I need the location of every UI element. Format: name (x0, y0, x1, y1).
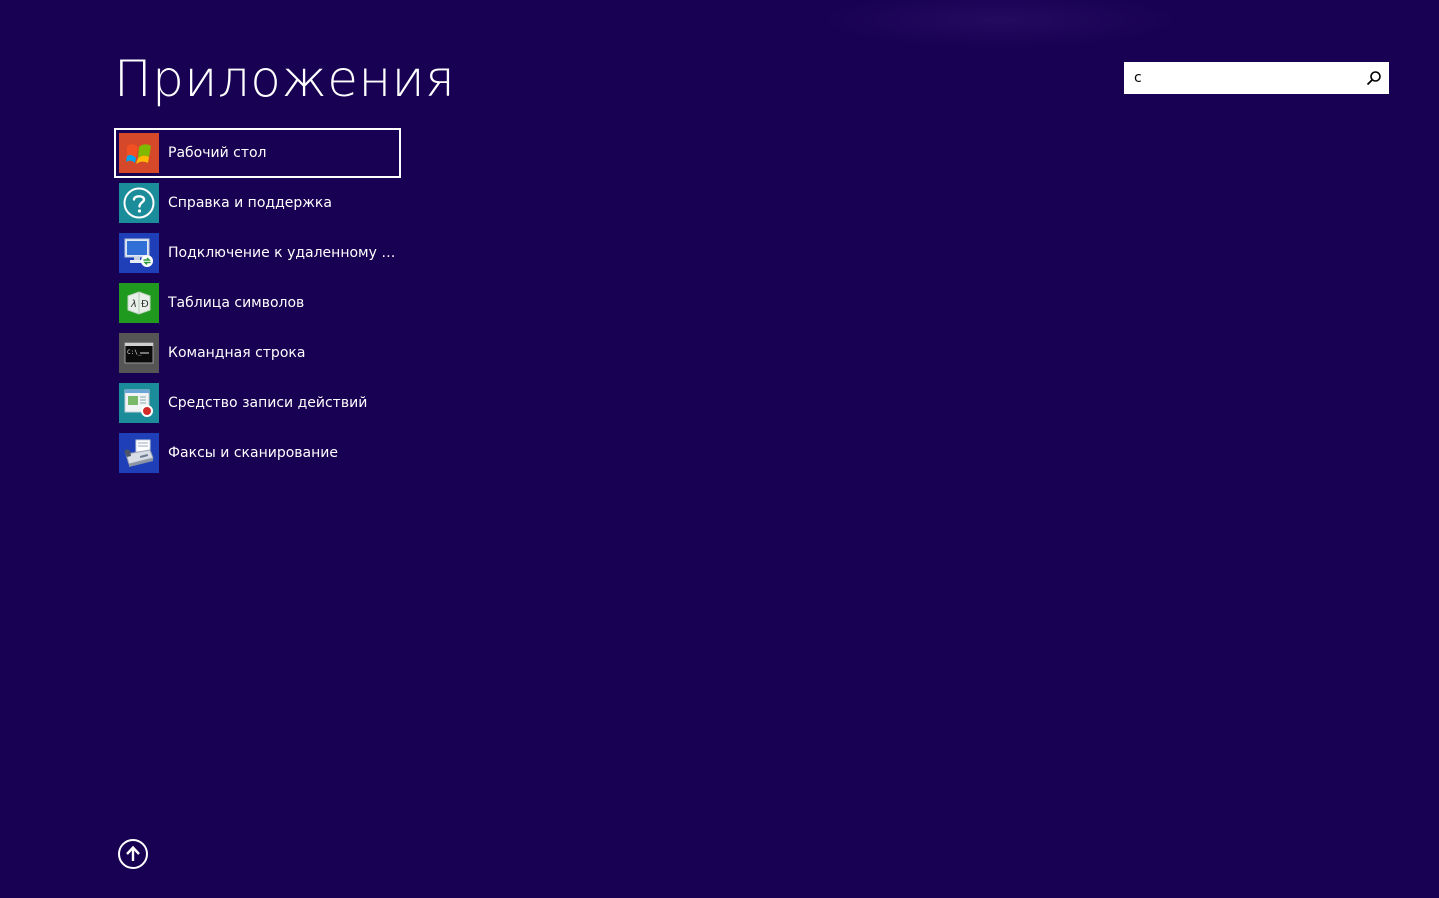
svg-text:Đ: Đ (141, 299, 149, 310)
page-title: Приложения (114, 50, 456, 108)
desktop-icon (126, 144, 151, 164)
app-tile (119, 133, 159, 173)
app-item-desktop[interactable]: Рабочий стол (114, 128, 401, 178)
app-label: Подключение к удаленному ра... (168, 245, 396, 261)
search-button[interactable] (1363, 67, 1385, 89)
search-box[interactable] (1124, 62, 1389, 94)
app-list: Рабочий стол Справка и поддержка Подключ… (114, 128, 401, 478)
app-item-fax-scan[interactable]: Факсы и сканирование (114, 428, 401, 478)
start-screen-apps-view: Приложения Рабочий стол (0, 0, 1439, 898)
fax-scan-icon (124, 439, 154, 467)
app-tile: C:\_ (119, 333, 159, 373)
remote-desktop-icon (124, 238, 153, 267)
steps-recorder-icon (124, 389, 153, 417)
app-item-remote-desktop[interactable]: Подключение к удаленному ра... (114, 228, 401, 278)
search-icon (1366, 71, 1381, 86)
arrow-up-circle-icon (126, 845, 140, 861)
app-label: Факсы и сканирование (168, 445, 338, 461)
command-prompt-icon: C:\_ (124, 342, 154, 364)
app-tile (119, 433, 159, 473)
app-item-steps-recorder[interactable]: Средство записи действий (114, 378, 401, 428)
search-input[interactable] (1132, 67, 1356, 89)
app-item-character-map[interactable]: λ Đ Таблица символов (114, 278, 401, 328)
help-icon (123, 187, 155, 219)
app-tile (119, 183, 159, 223)
svg-text:C:\_: C:\_ (127, 349, 142, 356)
app-label: Командная строка (168, 345, 306, 361)
character-map-icon: λ Đ (127, 291, 151, 315)
app-label: Средство записи действий (168, 395, 368, 411)
app-tile: λ Đ (119, 283, 159, 323)
svg-text:λ: λ (130, 299, 137, 310)
app-tile (119, 383, 159, 423)
app-item-command-prompt[interactable]: C:\_ Командная строка (114, 328, 401, 378)
app-label: Рабочий стол (168, 145, 267, 161)
app-tile (119, 233, 159, 273)
app-label: Таблица символов (168, 295, 305, 311)
app-item-help-support[interactable]: Справка и поддержка (114, 178, 401, 228)
app-label: Справка и поддержка (168, 195, 332, 211)
scroll-up-button[interactable] (118, 839, 148, 869)
